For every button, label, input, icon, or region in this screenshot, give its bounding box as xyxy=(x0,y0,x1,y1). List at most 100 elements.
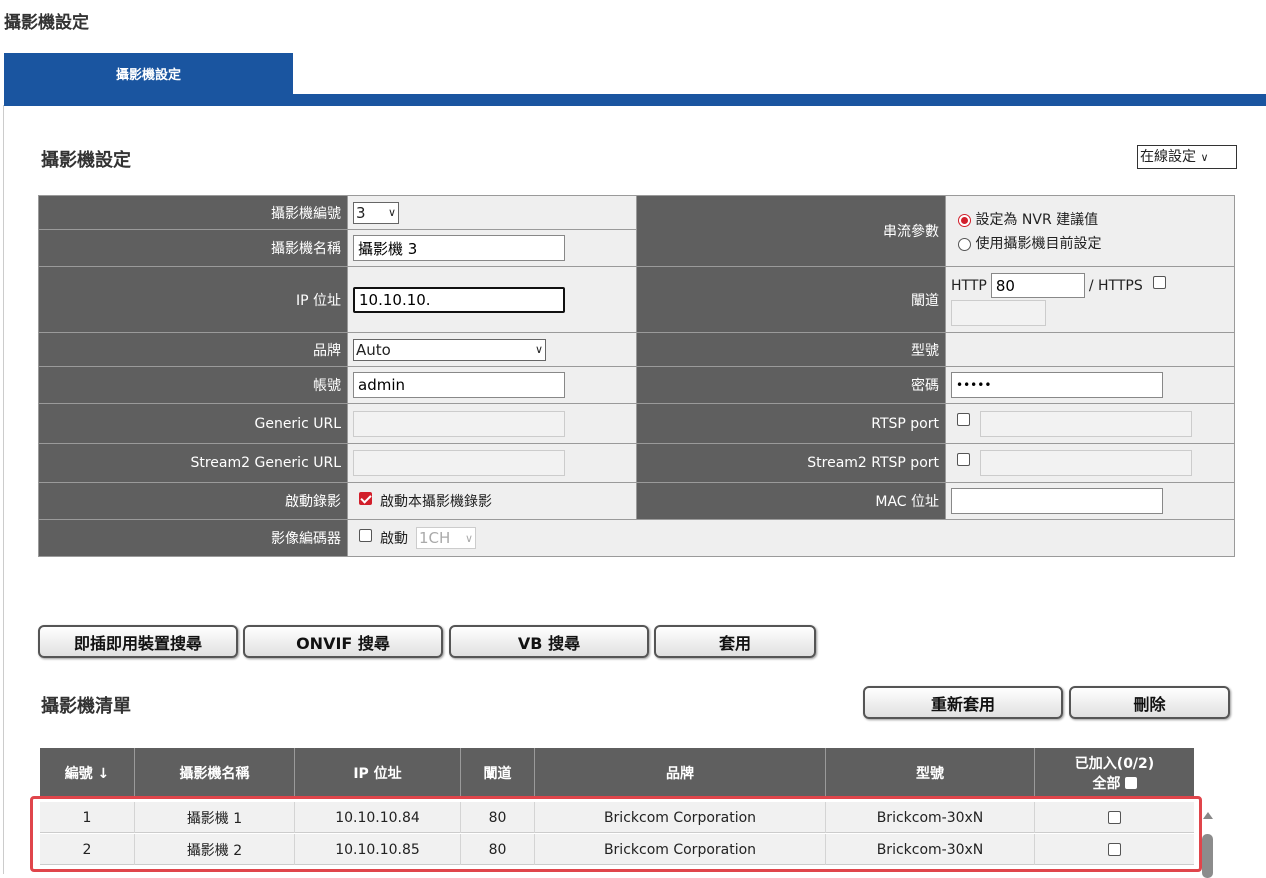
scroll-thumb[interactable] xyxy=(1202,834,1213,878)
stream2-url-input[interactable] xyxy=(353,450,565,476)
http-label: HTTP xyxy=(951,277,987,294)
vb-search-button[interactable]: VB 搜尋 xyxy=(449,625,649,658)
chevron-down-icon: ∨ xyxy=(1200,151,1209,164)
ip-input[interactable]: 10.10.10. xyxy=(353,286,565,313)
brand-cell: Auto ∨ xyxy=(347,332,637,367)
col-brand[interactable]: 品牌 xyxy=(535,748,826,798)
page-title: 攝影機設定 xyxy=(4,13,89,33)
onvif-search-button[interactable]: ONVIF 搜尋 xyxy=(243,625,443,658)
account-cell: admin xyxy=(347,366,637,404)
radio-nvr-icon[interactable] xyxy=(958,213,971,227)
stream-option-nvr-label: 設定為 NVR 建議值 xyxy=(975,212,1099,228)
password-cell: ••••• xyxy=(945,366,1235,404)
stream-param-label: 串流參數 xyxy=(636,195,946,267)
record-text: 啟動本攝影機錄影 xyxy=(380,494,492,510)
online-settings-value: 在線設定 xyxy=(1140,149,1196,165)
stream2-rtsp-checkbox[interactable] xyxy=(957,452,970,466)
camera-number-label: 攝影機編號 xyxy=(38,195,348,230)
select-all[interactable]: 全部 xyxy=(1093,773,1137,793)
encoder-channel-value: 1CH xyxy=(419,529,451,547)
mac-cell xyxy=(945,482,1235,520)
port-label: 闡道 xyxy=(636,266,946,333)
stream-option-camera-label: 使用攝影機目前設定 xyxy=(975,236,1102,252)
encoder-text: 啟動 xyxy=(380,531,408,547)
stream-option-nvr[interactable]: 設定為 NVR 建議值 xyxy=(958,209,1098,229)
https-label: / HTTPS xyxy=(1088,277,1143,294)
generic-url-input[interactable] xyxy=(353,410,565,437)
brand-select[interactable]: Auto ∨ xyxy=(353,338,546,361)
model-cell xyxy=(945,332,1235,367)
chevron-down-icon: ∨ xyxy=(464,531,473,545)
https-checkbox[interactable] xyxy=(1152,276,1166,289)
tab-camera-settings[interactable]: 攝影機設定 xyxy=(4,53,293,94)
section-title: 攝影機設定 xyxy=(41,150,131,171)
encoder-label: 影像編碼器 xyxy=(38,519,348,557)
brand-label: 品牌 xyxy=(38,332,348,367)
brand-value: Auto xyxy=(356,340,391,359)
col-name[interactable]: 攝影機名稱 xyxy=(135,748,295,798)
stream2-rtsp-input[interactable] xyxy=(980,450,1192,476)
camera-number-select[interactable]: 3 ∨ xyxy=(353,201,399,224)
password-input[interactable]: ••••• xyxy=(951,372,1163,398)
chevron-down-icon: ∨ xyxy=(387,206,396,219)
chevron-down-icon: ∨ xyxy=(534,343,543,356)
encoder-checkbox[interactable] xyxy=(359,528,372,542)
record-cell: 啟動本攝影機錄影 xyxy=(347,482,637,520)
mac-input[interactable] xyxy=(951,488,1163,514)
camera-name-label: 攝影機名稱 xyxy=(38,229,348,267)
stream-option-camera[interactable]: 使用攝影機目前設定 xyxy=(958,233,1101,253)
rtsp-port-checkbox[interactable] xyxy=(957,413,970,426)
stream2-url-cell xyxy=(347,443,637,483)
stream2-rtsp-cell xyxy=(945,443,1235,483)
generic-url-cell xyxy=(347,403,637,444)
rtsp-port-label: RTSP port xyxy=(636,403,946,444)
mac-label: MAC 位址 xyxy=(636,482,946,520)
rtsp-port-cell xyxy=(945,403,1235,444)
account-input[interactable]: admin xyxy=(353,372,565,398)
panel-border xyxy=(3,105,4,874)
select-all-label: 全部 xyxy=(1092,776,1121,792)
rtsp-port-input[interactable] xyxy=(980,410,1192,437)
camera-name-input[interactable]: 攝影機 3 xyxy=(353,235,565,261)
account-label: 帳號 xyxy=(38,366,348,404)
https-port-input[interactable] xyxy=(951,300,1046,326)
tab-bar: 攝影機設定 xyxy=(4,53,1266,106)
password-label: 密碼 xyxy=(636,366,946,404)
online-settings-select[interactable]: 在線設定 ∨ xyxy=(1137,145,1237,169)
encoder-cell: 啟動 1CH ∨ xyxy=(347,519,1235,557)
camera-number-value: 3 xyxy=(356,203,366,222)
stream-param-cell: 設定為 NVR 建議值 使用攝影機目前設定 xyxy=(945,195,1235,267)
record-checkbox[interactable] xyxy=(359,491,372,505)
table-scrollbar[interactable] xyxy=(1201,812,1215,878)
camera-list-title: 攝影機清單 xyxy=(41,696,131,717)
record-label: 啟動錄影 xyxy=(38,482,348,520)
col-port[interactable]: 闡道 xyxy=(461,748,535,798)
col-ip[interactable]: IP 位址 xyxy=(295,748,461,798)
port-cell: HTTP 80 / HTTPS xyxy=(945,266,1235,333)
http-port-input[interactable]: 80 xyxy=(990,273,1085,298)
camera-number-cell: 3 ∨ xyxy=(347,195,637,230)
tab-underline xyxy=(4,94,1266,106)
col-added: 已加入(0/2) 全部 xyxy=(1035,748,1194,798)
camera-name-cell: 攝影機 3 xyxy=(347,229,637,267)
col-number[interactable]: 編號 ↓ xyxy=(40,748,135,798)
radio-camera-icon[interactable] xyxy=(958,237,971,251)
delete-button[interactable]: 刪除 xyxy=(1069,686,1230,719)
ip-cell: 10.10.10. xyxy=(347,266,637,333)
scroll-up-icon[interactable] xyxy=(1203,812,1213,819)
col-added-label: 已加入(0/2) xyxy=(1074,756,1155,772)
encoder-channel-select[interactable]: 1CH ∨ xyxy=(416,527,476,549)
plugplay-search-button[interactable]: 即插即用裝置搜尋 xyxy=(38,625,238,658)
ip-label: IP 位址 xyxy=(38,266,348,333)
select-all-checkbox[interactable] xyxy=(1124,777,1137,789)
rows-highlight-box xyxy=(30,796,1202,872)
model-label: 型號 xyxy=(636,332,946,367)
camera-table-header: 編號 ↓ 攝影機名稱 IP 位址 闡道 品牌 型號 已加入(0/2) 全部 xyxy=(40,748,1194,798)
reapply-button[interactable]: 重新套用 xyxy=(863,686,1063,719)
port-row: HTTP 80 / HTTPS xyxy=(951,273,1166,298)
col-model[interactable]: 型號 xyxy=(826,748,1035,798)
stream2-rtsp-label: Stream2 RTSP port xyxy=(636,443,946,483)
stream2-url-label: Stream2 Generic URL xyxy=(38,443,348,483)
apply-button[interactable]: 套用 xyxy=(654,625,816,658)
generic-url-label: Generic URL xyxy=(38,403,348,444)
